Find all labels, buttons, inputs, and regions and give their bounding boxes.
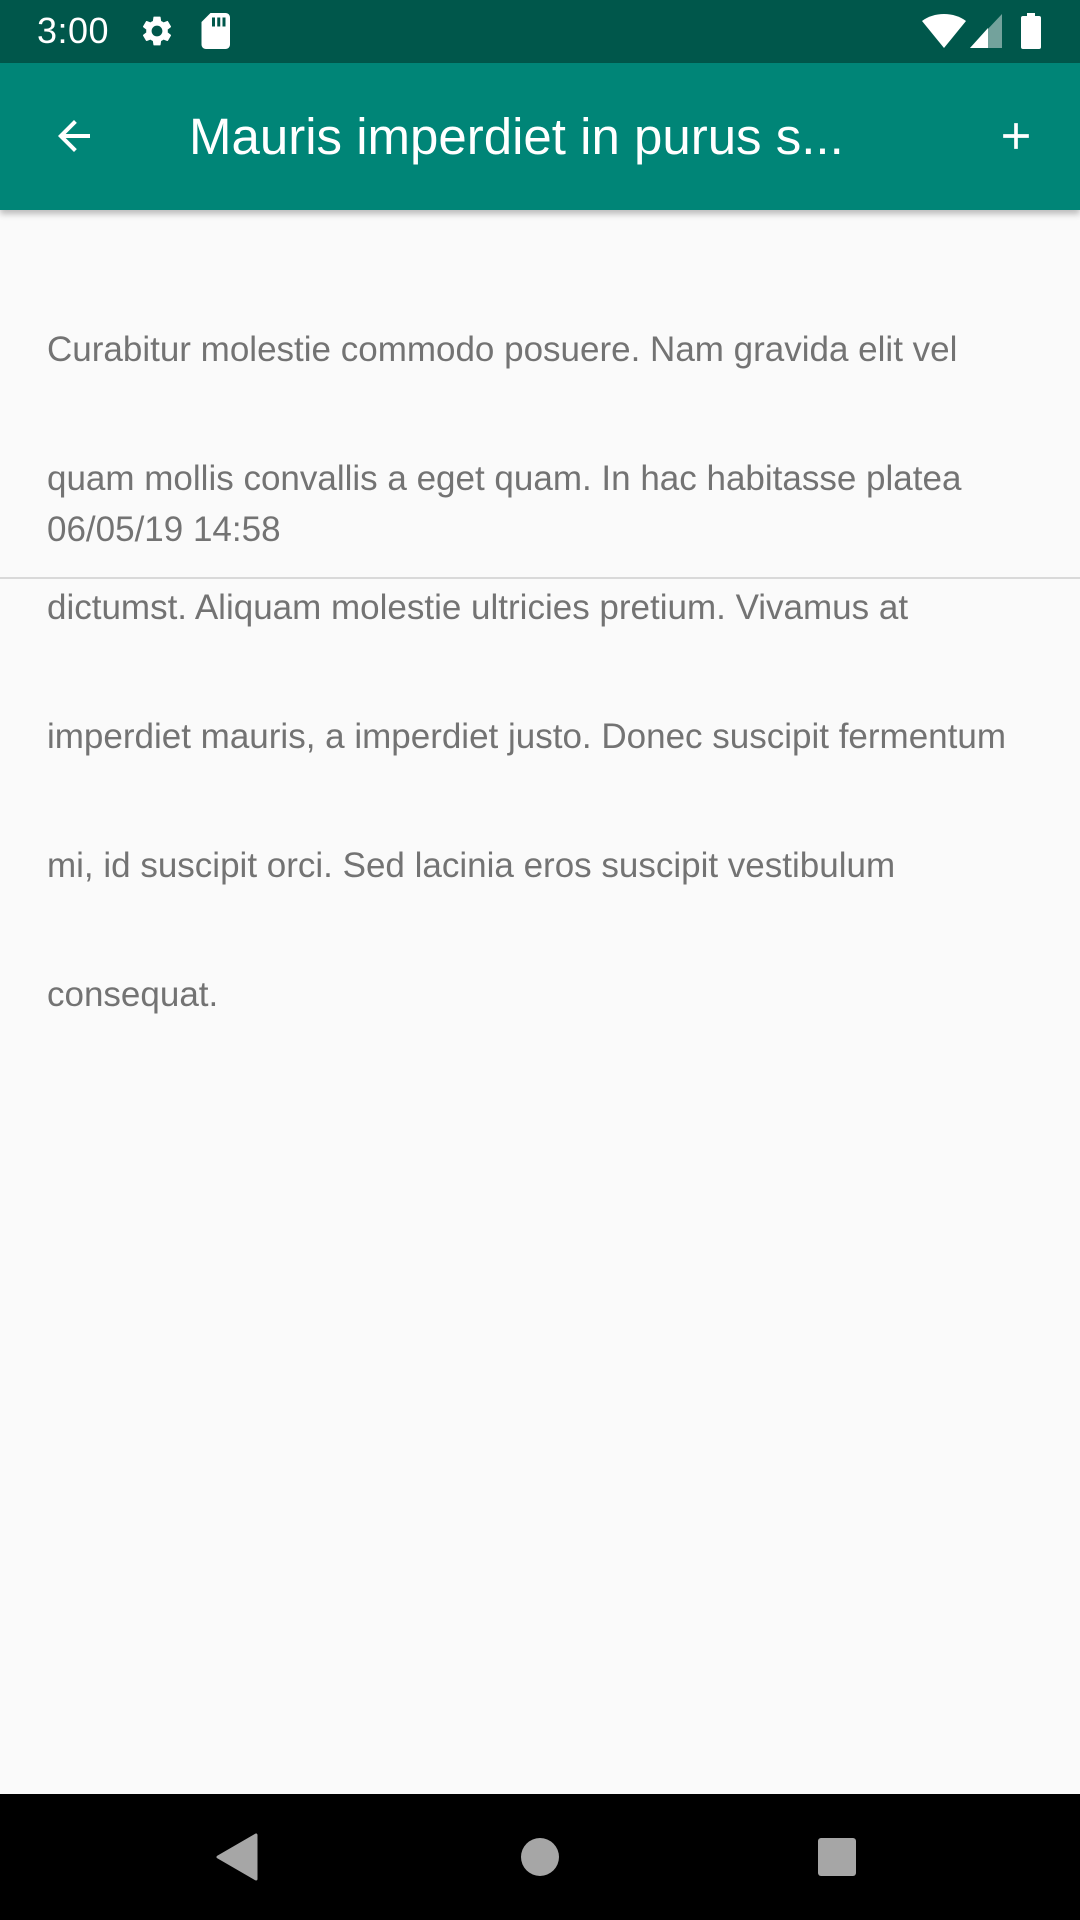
status-bar: 3:00 xyxy=(0,0,1080,63)
note-body-line: mi, id suscipit orci. Sed lacinia eros s… xyxy=(47,846,896,885)
note-body-line: Curabitur molestie commodo posuere. Nam … xyxy=(47,330,958,369)
note-body-line: dictumst. Aliquam molestie ultricies pre… xyxy=(47,588,909,627)
nav-home-button[interactable] xyxy=(500,1817,580,1897)
note-body-line: quam mollis convallis a eget quam. In ha… xyxy=(47,459,962,498)
note-body-line: imperdiet mauris, a imperdiet justo. Don… xyxy=(47,717,1006,756)
nav-back-button[interactable] xyxy=(198,1817,278,1897)
recents-square-icon xyxy=(818,1838,856,1876)
note-list-item[interactable]: Curabitur molestie commodo posuere. Nam … xyxy=(0,210,1080,1014)
note-body: Curabitur molestie commodo posuere. Nam … xyxy=(47,242,1080,1102)
nav-recents-button[interactable] xyxy=(797,1817,877,1897)
back-triangle-icon xyxy=(216,1833,258,1881)
page-title: Mauris imperdiet in purus s... xyxy=(189,108,844,165)
system-nav-bar xyxy=(0,1794,1080,1920)
battery-icon xyxy=(1021,13,1041,54)
gear-icon xyxy=(139,13,175,54)
wifi-icon xyxy=(922,14,966,53)
cell-signal-icon xyxy=(970,14,1002,53)
app-toolbar: Mauris imperdiet in purus s... xyxy=(0,63,1080,210)
sd-card-icon xyxy=(200,13,230,54)
add-note-button[interactable] xyxy=(976,96,1056,176)
plus-icon xyxy=(1003,123,1029,149)
back-button[interactable] xyxy=(34,96,114,176)
home-circle-icon xyxy=(521,1838,559,1876)
arrow-back-icon xyxy=(58,120,90,152)
status-time: 3:00 xyxy=(37,10,110,51)
note-date: 06/05/19 14:58 xyxy=(47,510,281,549)
note-body-line: consequat. xyxy=(47,975,219,1014)
